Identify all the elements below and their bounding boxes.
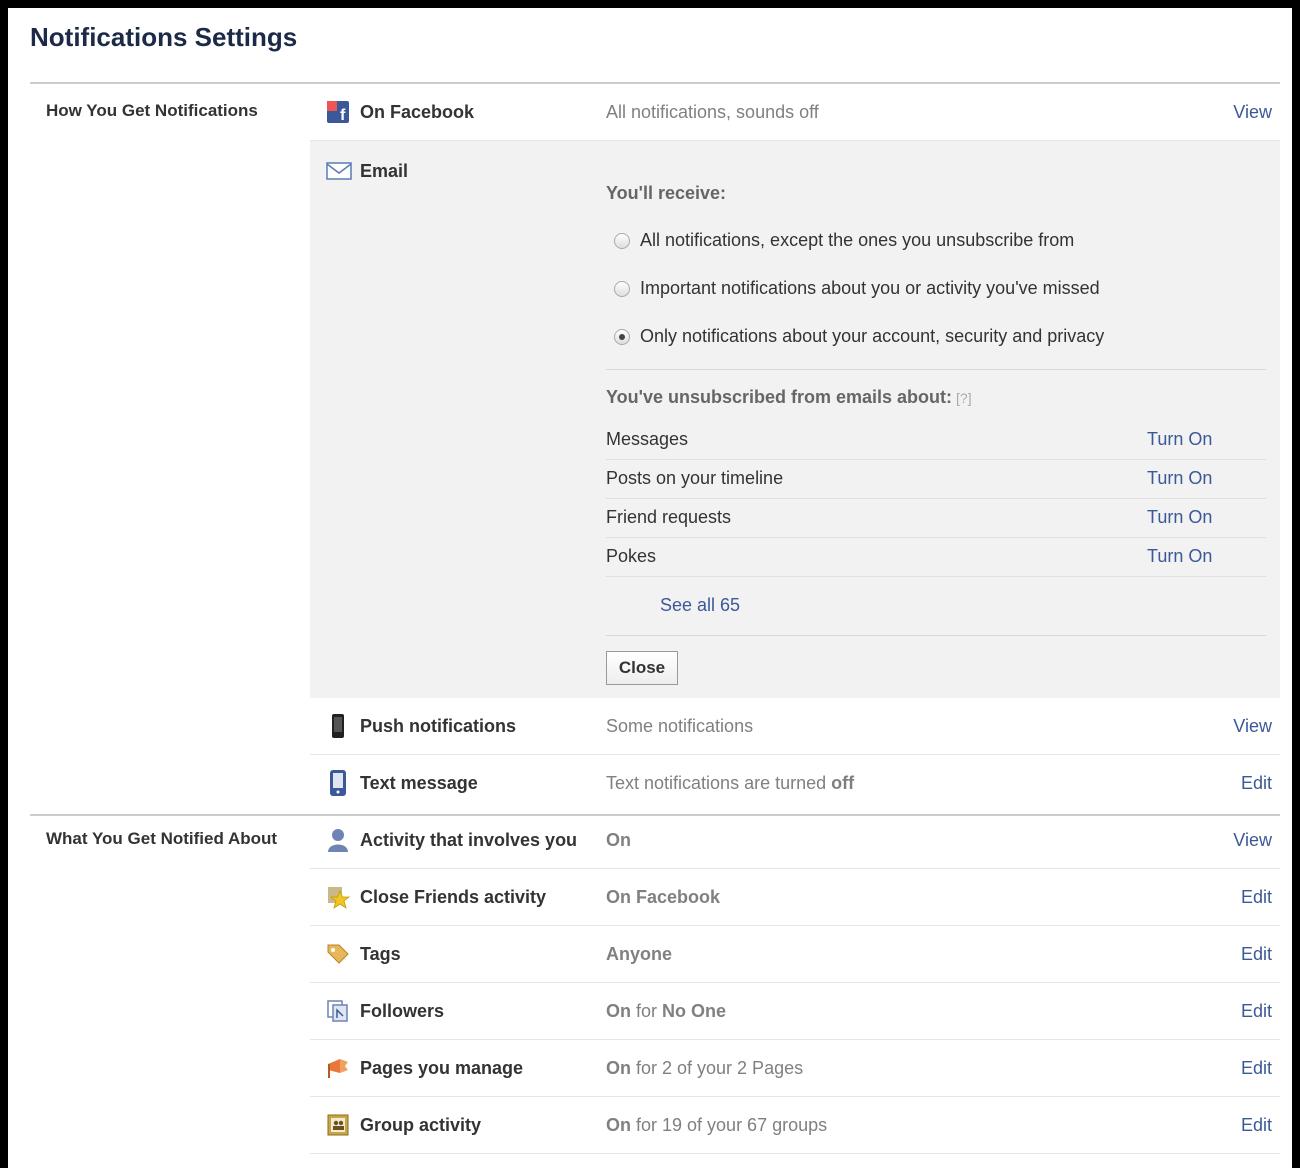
section-label-what: What You Get Notified About (46, 829, 278, 848)
unsubscribed-item-label: Pokes (606, 546, 657, 566)
row-tags: Tags Anyone Edit (310, 926, 1280, 983)
row-name: Text message (360, 773, 478, 793)
edit-link[interactable]: Edit (1241, 944, 1272, 965)
unsubscribed-row-friend-requests: Friend requests Turn On (606, 499, 1266, 538)
row-value: All notifications, sounds off (606, 102, 819, 122)
group-icon (326, 1113, 350, 1137)
row-name: Group activity (360, 1115, 482, 1135)
row-value-bold: On (606, 1058, 631, 1078)
radio-button-selected[interactable] (614, 328, 630, 345)
row-activity-involves-you: Activity that involves you On View (310, 812, 1280, 869)
radio-all-notifications[interactable]: All notifications, except the ones you u… (614, 230, 1074, 251)
notifications-settings-page: Notifications Settings How You Get Notif… (0, 0, 1300, 1168)
receive-label: You'll receive: (606, 183, 726, 203)
row-value: On (606, 830, 631, 851)
flag-icon (326, 1056, 350, 1080)
turn-on-link[interactable]: Turn On (1147, 429, 1212, 450)
unsubscribed-item-label: Friend requests (606, 507, 732, 527)
radio-only-account-notifications[interactable]: Only notifications about your account, s… (614, 326, 1104, 347)
close-button[interactable]: Close (606, 651, 678, 685)
edit-link[interactable]: Edit (1241, 887, 1272, 908)
view-link[interactable]: View (1233, 716, 1272, 737)
row-pages-you-manage: Pages you manage On for 2 of your 2 Page… (310, 1040, 1280, 1097)
edit-link[interactable]: Edit (1241, 1058, 1272, 1079)
row-value: On for No One (606, 1001, 726, 1022)
row-value: Text notifications are turned off (606, 773, 854, 794)
turn-on-link[interactable]: Turn On (1147, 507, 1212, 528)
radio-label: Important notifications about you or act… (640, 278, 1100, 298)
row-value-bold: off (831, 773, 855, 793)
radio-button[interactable] (614, 280, 630, 297)
unsubscribed-label-text: You've unsubscribed from emails about: (606, 387, 953, 407)
row-push-notifications: Push notifications Some notifications Vi… (310, 698, 1280, 755)
edit-link[interactable]: Edit (1241, 1001, 1272, 1022)
row-value-bold-2: No One (662, 1001, 727, 1021)
unsubscribed-row-pokes: Pokes Turn On (606, 538, 1266, 577)
unsubscribed-label: You've unsubscribed from emails about: [?… (606, 387, 972, 408)
row-followers: Followers On for No One Edit (310, 983, 1280, 1040)
email-panel: Email You'll receive: All notifications,… (310, 141, 1280, 698)
row-name: Pages you manage (360, 1058, 524, 1078)
turn-on-link[interactable]: Turn On (1147, 546, 1212, 567)
help-link[interactable]: [?] (956, 390, 972, 406)
page-title: Notifications Settings (30, 22, 298, 52)
row-on-facebook: f On Facebook All notifications, sounds … (310, 84, 1280, 141)
phone-icon (326, 714, 350, 738)
row-name: Activity that involves you (360, 830, 578, 850)
divider (606, 635, 1266, 636)
row-value-bold: On Facebook (606, 887, 721, 907)
row-name: Push notifications (360, 716, 517, 736)
tag-icon (326, 942, 350, 966)
row-group-activity: Group activity On for 19 of your 67 grou… (310, 1097, 1280, 1154)
row-value: On for 2 of your 2 Pages (606, 1058, 803, 1079)
row-name: Email (360, 161, 409, 181)
radio-button[interactable] (614, 232, 630, 249)
followers-icon (326, 999, 350, 1023)
row-name: Followers (360, 1001, 445, 1021)
radio-label: All notifications, except the ones you u… (640, 230, 1075, 250)
view-link[interactable]: View (1233, 830, 1272, 851)
see-all-link[interactable]: See all 65 (660, 595, 740, 616)
row-value-bold: Anyone (606, 944, 673, 964)
row-value-text: Text notifications are turned (606, 773, 832, 793)
row-name: Close Friends activity (360, 887, 547, 907)
row-value-bold: On (606, 1115, 631, 1135)
row-value: Some notifications (606, 716, 754, 736)
mobile-icon (326, 770, 350, 796)
section-label-how: How You Get Notifications (46, 101, 258, 120)
row-name: Tags (360, 944, 401, 964)
envelope-icon (326, 161, 352, 185)
row-value: Anyone (606, 944, 672, 965)
row-value-text: for 19 of your 67 groups (631, 1115, 828, 1135)
row-divider (606, 576, 1266, 577)
row-value: On for 19 of your 67 groups (606, 1115, 827, 1136)
svg-text:f: f (340, 107, 346, 123)
row-value-bold: On (606, 1001, 631, 1021)
view-link[interactable]: View (1233, 102, 1272, 123)
radio-important-notifications[interactable]: Important notifications about you or act… (614, 278, 1100, 299)
divider (606, 369, 1266, 370)
facebook-icon: f (326, 100, 350, 124)
unsubscribed-row-messages: Messages Turn On (606, 421, 1266, 460)
row-value-text: for 2 of your 2 Pages (631, 1058, 804, 1078)
edit-link[interactable]: Edit (1241, 773, 1272, 794)
radio-label: Only notifications about your account, s… (640, 326, 1105, 346)
turn-on-link[interactable]: Turn On (1147, 468, 1212, 489)
row-value: On Facebook (606, 887, 720, 908)
unsubscribed-item-label: Messages (606, 429, 689, 449)
edit-link[interactable]: Edit (1241, 1115, 1272, 1136)
row-value-bold: On (606, 830, 631, 850)
row-name: On Facebook (360, 102, 475, 122)
unsubscribed-row-posts: Posts on your timeline Turn On (606, 460, 1266, 499)
person-icon (326, 828, 350, 852)
unsubscribed-item-label: Posts on your timeline (606, 468, 784, 488)
star-icon (326, 885, 350, 909)
row-close-friends-activity: Close Friends activity On Facebook Edit (310, 869, 1280, 926)
row-value-text: for (631, 1001, 663, 1021)
row-divider (310, 1153, 1280, 1154)
row-text-message: Text message Text notifications are turn… (310, 755, 1280, 812)
